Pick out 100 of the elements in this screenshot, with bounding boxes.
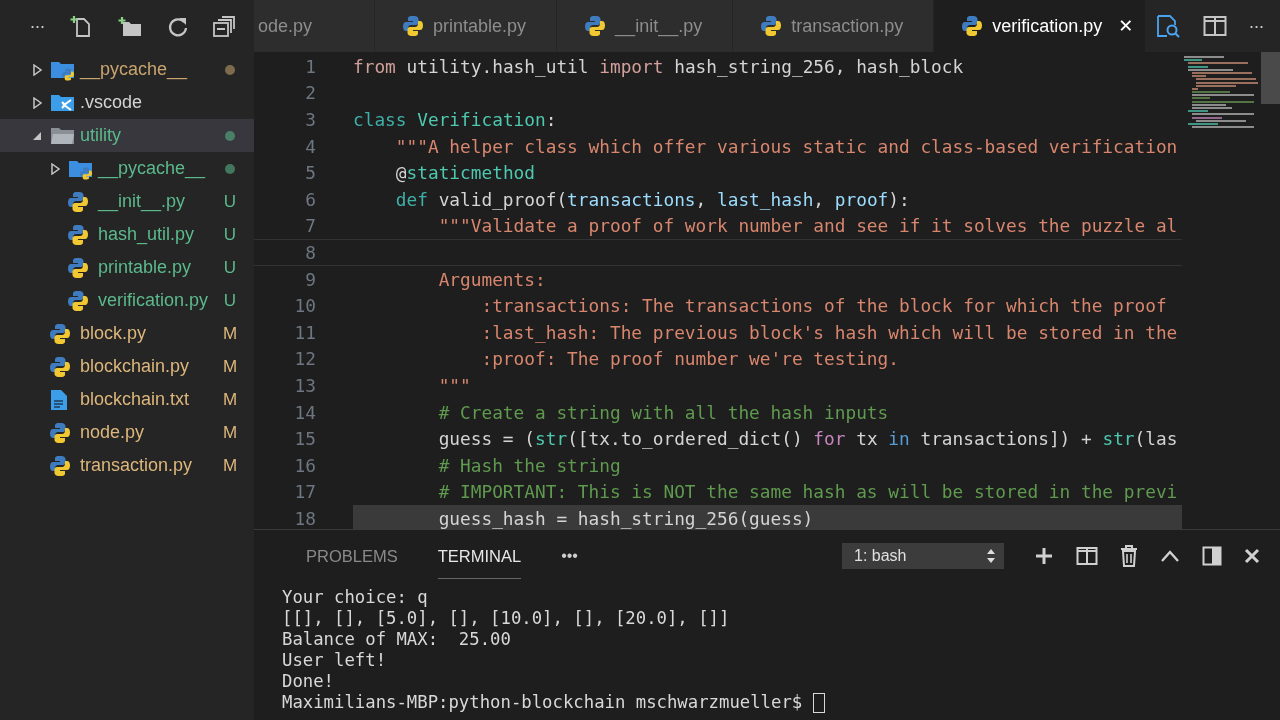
tree-item[interactable]: utility <box>0 119 254 152</box>
trash-icon[interactable] <box>1120 545 1138 567</box>
tree-item[interactable]: block.py M <box>0 317 254 350</box>
tree-item[interactable]: printable.py U <box>0 251 254 284</box>
editor-tab[interactable]: printable.py <box>375 0 558 52</box>
editor-tab[interactable]: transaction.py <box>733 0 935 52</box>
python-icon <box>962 15 983 37</box>
terminal-output-line: Balance of MAX: 25.00 <box>282 629 512 650</box>
panel-tab[interactable]: TERMINAL <box>437 533 522 579</box>
more-actions-button[interactable]: ... <box>30 12 45 41</box>
line-number: 11 <box>293 321 316 343</box>
git-status-letter: M <box>222 455 238 476</box>
git-status-letter: U <box>223 224 237 245</box>
collapsed-arrow-icon <box>32 63 42 76</box>
close-button[interactable]: ✕ <box>1118 15 1134 37</box>
python-icon <box>68 190 88 213</box>
line-number: 12 <box>293 348 316 370</box>
line-number: 7 <box>304 215 316 237</box>
tree-item[interactable]: __init__.py U <box>0 185 254 218</box>
line-number: 6 <box>304 188 316 210</box>
tree-item[interactable]: transaction.py M <box>0 449 254 482</box>
git-status-letter: U <box>223 257 237 278</box>
code-line: # Create a string with all the hash inputs <box>437 400 889 425</box>
file-name: printable.py <box>98 257 193 278</box>
new-file-icon[interactable] <box>69 14 93 39</box>
code-line: # IMPORTANT: This is NOT the same hash as will be stored in the previ <box>437 480 1178 505</box>
git-status-letter: M <box>222 422 238 443</box>
document-icon <box>50 388 68 411</box>
python-icon <box>68 289 88 312</box>
file-name: blockchain.py <box>80 356 191 377</box>
terminal-output-line: Done! <box>282 671 336 692</box>
tree-item[interactable]: .vscode <box>0 86 254 119</box>
tree-item[interactable]: __pycache__ <box>0 152 254 185</box>
terminal-dropdown[interactable]: 1: bash <box>842 543 1004 569</box>
code-line: :last_hash: The previous block's hash which will be stored in the <box>480 320 1178 345</box>
python-icon <box>761 15 782 37</box>
git-status-letter: M <box>222 323 238 344</box>
line-number: 8 <box>304 241 316 263</box>
close-icon[interactable] <box>1244 548 1260 564</box>
panel-layout-icon[interactable] <box>1202 546 1222 566</box>
code-line: guess_hash = hash_string_256(guess) <box>437 506 814 529</box>
git-status-letter: U <box>223 290 237 311</box>
split-terminal-icon[interactable] <box>1076 546 1098 566</box>
code-line: """ <box>437 373 471 398</box>
terminal-output-line: User left! <box>282 650 388 671</box>
tree-item[interactable]: verification.py U <box>0 284 254 317</box>
add-icon[interactable] <box>1034 546 1054 566</box>
tree-item[interactable]: blockchain.txt M <box>0 383 254 416</box>
python-icon <box>50 355 70 378</box>
collapsed-arrow-icon <box>32 96 42 109</box>
file-name: .vscode <box>80 92 144 113</box>
tree-item[interactable]: __pycache__ <box>0 53 254 86</box>
expanded-arrow-icon <box>32 130 42 141</box>
collapsed-arrow-icon <box>50 162 60 175</box>
collapse-icon[interactable] <box>213 15 235 38</box>
file-name: utility <box>80 125 122 146</box>
python-icon <box>50 322 70 345</box>
panel-tab[interactable]: PROBLEMS <box>306 533 398 579</box>
line-number: 4 <box>304 135 316 157</box>
more-actions-button[interactable]: ••• <box>561 547 578 565</box>
scrollbar-thumb[interactable] <box>1261 52 1280 104</box>
line-number: 5 <box>304 162 316 184</box>
python-icon <box>50 421 70 444</box>
file-name: transaction.py <box>80 455 194 476</box>
code-line: """Validate a proof of work number and see if it solves the puzzle al <box>437 214 1178 239</box>
code-line: # Hash the string <box>437 453 621 478</box>
file-name: __pycache__ <box>98 158 207 179</box>
python-icon <box>50 454 70 477</box>
file-name: node.py <box>80 422 146 443</box>
line-number: 15 <box>293 428 316 450</box>
chevron-up-icon[interactable] <box>1160 549 1180 563</box>
editor-tab[interactable]: __init__.py <box>557 0 734 52</box>
file-name: __init__.py <box>98 191 187 212</box>
editor-tab[interactable]: verification.py ✕ <box>934 0 1147 52</box>
code-line: Arguments: <box>437 267 546 292</box>
file-name: blockchain.txt <box>80 389 191 410</box>
code-line: :proof: The proof number we're testing. <box>480 347 899 372</box>
code-line: from utility.hash_util import hash_string_256, hash_block <box>353 54 964 79</box>
line-number: 14 <box>293 401 316 423</box>
git-status-letter: M <box>222 356 238 377</box>
line-number: 16 <box>293 454 316 476</box>
line-number: 13 <box>293 374 316 396</box>
updown-caret-icon <box>986 548 996 564</box>
editor-tab[interactable]: ode.py <box>254 0 376 52</box>
tree-item[interactable]: node.py M <box>0 416 254 449</box>
code-line: """A helper class which offer various static and class-based verification <box>394 134 1178 159</box>
refresh-icon[interactable] <box>167 15 189 38</box>
line-number: 9 <box>304 268 316 290</box>
file-name: __pycache__ <box>80 59 189 80</box>
split-editor-icon[interactable] <box>1203 15 1227 37</box>
tree-item[interactable]: blockchain.py M <box>0 350 254 383</box>
git-status-letter: M <box>222 389 238 410</box>
line-number: 18 <box>293 507 316 529</box>
tree-item[interactable]: hash_util.py U <box>0 218 254 251</box>
open-changes-icon[interactable] <box>1155 14 1181 38</box>
terminal-prompt: Maximilians-MBP:python-blockchain mschwarzmueller$ <box>282 692 803 713</box>
more-actions-button[interactable]: ... <box>1249 11 1264 41</box>
new-folder-icon[interactable] <box>117 15 143 38</box>
line-number: 10 <box>293 295 316 317</box>
terminal-output-line: Your choice: q <box>282 587 429 608</box>
